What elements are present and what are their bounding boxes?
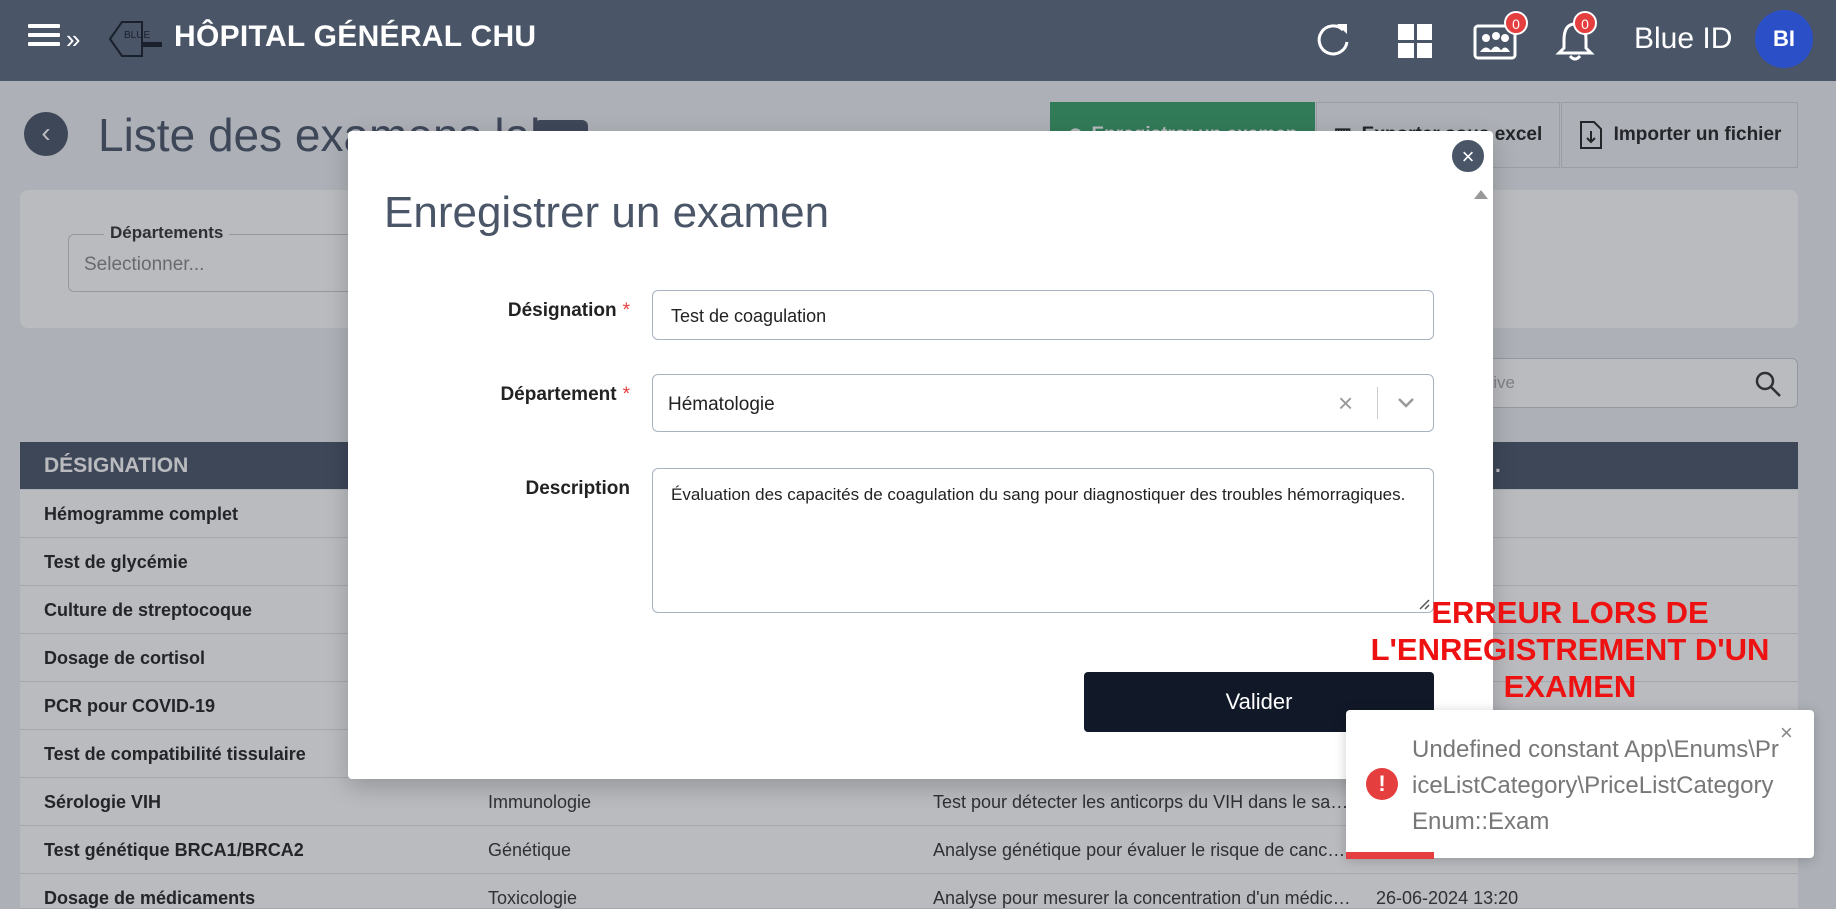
designation-label-text: Désignation — [507, 300, 617, 321]
avatar[interactable]: BI — [1755, 10, 1813, 68]
modal-title: Enregistrer un examen — [384, 188, 830, 237]
waiting-room-badge: 0 — [1504, 11, 1528, 35]
description-textarea[interactable]: Évaluation des capacités de coagulation … — [652, 468, 1434, 613]
hamburger-menu-icon[interactable] — [28, 24, 60, 54]
scroll-up-arrow-icon[interactable] — [1474, 190, 1488, 199]
logo-icon: BLUE — [108, 21, 162, 57]
department-select[interactable]: Hématologie — [652, 374, 1434, 432]
select-separator — [1377, 387, 1378, 419]
modal-close-button[interactable]: × — [1450, 138, 1486, 174]
department-label-text: Département — [500, 384, 617, 405]
clear-icon[interactable]: × — [1338, 390, 1353, 416]
toast-message: Undefined constant App\Enums\PriceListCa… — [1412, 736, 1779, 835]
refresh-icon[interactable] — [1313, 20, 1353, 60]
error-annotation: ERREUR LORS DE L'ENREGISTREMENT D'UN EXA… — [1370, 595, 1770, 704]
designation-label: Désignation * — [440, 300, 630, 322]
error-icon: ! — [1366, 768, 1398, 800]
description-label: Description — [525, 478, 630, 499]
toast-progress-bar — [1346, 852, 1434, 859]
required-mark: * — [622, 384, 630, 405]
expand-chevron-icon[interactable]: » — [66, 26, 80, 52]
top-bar: » BLUE HÔPITAL GÉNÉRAL CHU 0 0 Blue ID B… — [0, 0, 1836, 81]
toast-close-button[interactable]: × — [1780, 720, 1793, 746]
app-title: HÔPITAL GÉNÉRAL CHU — [174, 20, 537, 53]
dashboard-grid-icon[interactable] — [1398, 24, 1432, 58]
chevron-down-icon[interactable] — [1396, 392, 1416, 412]
required-mark: * — [622, 300, 630, 321]
user-name[interactable]: Blue ID — [1634, 22, 1732, 56]
department-label: Département * — [440, 384, 630, 406]
svg-text:BLUE: BLUE — [124, 30, 150, 41]
notification-badge: 0 — [1573, 11, 1597, 35]
designation-field[interactable]: Test de coagulation — [652, 290, 1434, 340]
